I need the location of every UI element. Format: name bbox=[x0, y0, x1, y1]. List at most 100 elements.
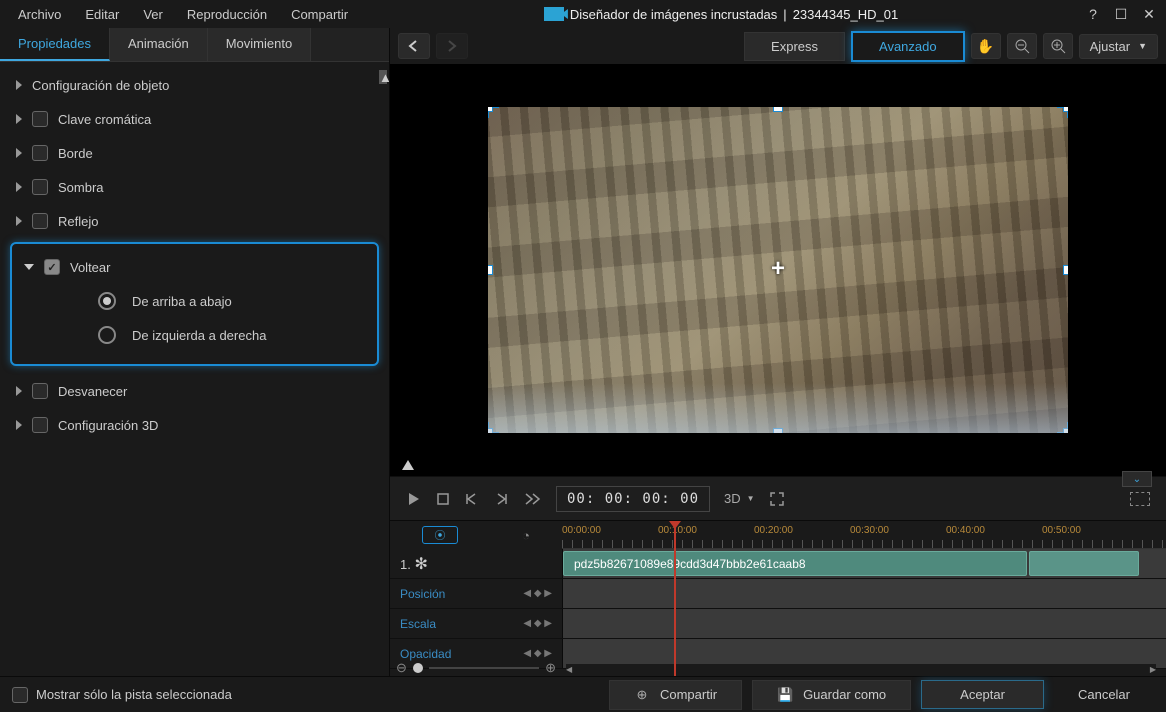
collapse-chevron[interactable]: ⌄ bbox=[1122, 471, 1152, 487]
title-filename: 23344345_HD_01 bbox=[793, 7, 899, 22]
scroll-thumb[interactable]: ▲ bbox=[379, 70, 387, 84]
back-button[interactable] bbox=[398, 33, 430, 59]
checkbox-voltear[interactable] bbox=[44, 259, 60, 275]
mode-avanzado[interactable]: Avanzado bbox=[851, 31, 965, 62]
fullscreen-button[interactable] bbox=[769, 491, 785, 507]
menu-ver[interactable]: Ver bbox=[133, 3, 173, 26]
clock-icon[interactable]: ◔ bbox=[522, 528, 530, 543]
zoom-out[interactable] bbox=[1007, 33, 1037, 59]
stop-button[interactable] bbox=[436, 492, 450, 506]
timeline-ruler[interactable]: 00:00:00 00:10:00 00:20:00 00:30:00 00:4… bbox=[562, 521, 1166, 549]
fit-dropdown[interactable]: Ajustar bbox=[1079, 34, 1158, 59]
playhead[interactable] bbox=[674, 521, 676, 676]
preview-clip[interactable]: + bbox=[488, 107, 1068, 433]
checkbox[interactable] bbox=[32, 111, 48, 127]
expand-icon bbox=[16, 216, 22, 226]
show-selected-checkbox[interactable]: Mostrar sólo la pista seleccionada bbox=[12, 687, 232, 703]
menu-editar[interactable]: Editar bbox=[75, 3, 129, 26]
save-icon: 💾 bbox=[777, 687, 793, 703]
footer-bar: Mostrar sólo la pista seleccionada ⊕Comp… bbox=[0, 676, 1166, 712]
radio-icon[interactable] bbox=[98, 292, 116, 310]
menu-archivo[interactable]: Archivo bbox=[8, 3, 71, 26]
mode-express[interactable]: Express bbox=[744, 32, 845, 61]
timecode[interactable]: 00: 00: 00: 00 bbox=[556, 486, 710, 512]
preview-toolbar: Express Avanzado ✋ Ajustar bbox=[390, 28, 1166, 64]
resize-handle[interactable] bbox=[1063, 107, 1068, 112]
collapse-icon bbox=[24, 264, 34, 270]
keyframe-controls[interactable]: ◀ ◆ ▶ bbox=[523, 618, 552, 629]
keyframe-controls[interactable]: ◀ ◆ ▶ bbox=[523, 588, 552, 599]
track-escala[interactable]: Escala◀ ◆ ▶ bbox=[390, 609, 1166, 639]
voltear-opt-arriba-abajo[interactable]: De arriba a abajo bbox=[18, 284, 371, 318]
checkbox[interactable] bbox=[32, 145, 48, 161]
tick: 00:00:00 bbox=[562, 525, 601, 536]
guardar-button[interactable]: 💾Guardar como bbox=[752, 680, 911, 710]
prop-voltear[interactable]: Voltear bbox=[18, 250, 371, 284]
app-icon bbox=[544, 7, 564, 21]
forward-button[interactable] bbox=[436, 33, 468, 59]
help-button[interactable]: ? bbox=[1084, 5, 1102, 23]
marker-button[interactable]: ⦿ bbox=[422, 526, 458, 544]
tick: 00:30:00 bbox=[850, 525, 889, 536]
resize-handle[interactable] bbox=[488, 428, 493, 433]
title-designer: Diseñador de imágenes incrustadas bbox=[570, 7, 777, 22]
tab-movimiento[interactable]: Movimiento bbox=[208, 28, 311, 61]
track-main[interactable]: 1. ✻ pdz5b82671089e89cdd3d47bbb2e61caab8 bbox=[390, 549, 1166, 579]
track-posicion[interactable]: Posición◀ ◆ ▶ bbox=[390, 579, 1166, 609]
prop-config-objeto[interactable]: Configuración de objeto bbox=[4, 68, 389, 102]
preview-area[interactable]: + bbox=[390, 64, 1166, 476]
3d-dropdown[interactable]: 3D bbox=[724, 491, 755, 506]
zoom-in[interactable] bbox=[1043, 33, 1073, 59]
prop-clave-cromatica[interactable]: Clave cromática bbox=[4, 102, 389, 136]
timeline-zoom[interactable]: ⊖ ⊕ bbox=[390, 660, 562, 676]
resize-handle[interactable] bbox=[488, 265, 493, 275]
tab-animacion[interactable]: Animación bbox=[110, 28, 208, 61]
prop-sombra[interactable]: Sombra bbox=[4, 170, 389, 204]
prop-borde[interactable]: Borde bbox=[4, 136, 389, 170]
prev-frame-button[interactable] bbox=[464, 492, 480, 506]
aceptar-button[interactable]: Aceptar bbox=[921, 680, 1044, 709]
safe-zone-icon[interactable] bbox=[1130, 492, 1150, 506]
resize-handle[interactable] bbox=[1063, 265, 1068, 275]
resize-handle[interactable] bbox=[773, 428, 783, 433]
resize-handle[interactable] bbox=[1063, 428, 1068, 433]
prop-config-3d[interactable]: Configuración 3D bbox=[4, 408, 389, 442]
menu-reproduccion[interactable]: Reproducción bbox=[177, 3, 277, 26]
checkbox[interactable] bbox=[32, 213, 48, 229]
resize-handle[interactable] bbox=[773, 107, 783, 112]
menu-compartir[interactable]: Compartir bbox=[281, 3, 358, 26]
main-menu: Archivo Editar Ver Reproducción Comparti… bbox=[8, 3, 358, 26]
checkbox[interactable] bbox=[12, 687, 28, 703]
tick: 00:50:00 bbox=[1042, 525, 1081, 536]
expand-icon bbox=[16, 148, 22, 158]
checkbox[interactable] bbox=[32, 383, 48, 399]
globe-icon: ⊕ bbox=[634, 687, 650, 703]
timeline-clip-2[interactable] bbox=[1029, 551, 1139, 576]
fast-forward-button[interactable] bbox=[524, 492, 542, 506]
close-button[interactable]: ✕ bbox=[1140, 5, 1158, 23]
hand-tool[interactable]: ✋ bbox=[971, 33, 1001, 59]
checkbox[interactable] bbox=[32, 179, 48, 195]
cancelar-button[interactable]: Cancelar bbox=[1054, 681, 1154, 708]
voltear-opt-izq-der[interactable]: De izquierda a derecha bbox=[18, 318, 371, 352]
checkbox[interactable] bbox=[32, 417, 48, 433]
zoom-handle[interactable] bbox=[413, 663, 423, 673]
tab-propiedades[interactable]: Propiedades bbox=[0, 28, 110, 61]
title-bar: Archivo Editar Ver Reproducción Comparti… bbox=[0, 0, 1166, 28]
expand-icon bbox=[16, 114, 22, 124]
next-frame-button[interactable] bbox=[494, 492, 510, 506]
resize-handle[interactable] bbox=[488, 107, 493, 112]
compartir-button[interactable]: ⊕Compartir bbox=[609, 680, 742, 710]
radio-icon[interactable] bbox=[98, 326, 116, 344]
keyframe-controls[interactable]: ◀ ◆ ▶ bbox=[523, 648, 552, 659]
maximize-button[interactable]: ☐ bbox=[1112, 5, 1130, 23]
prop-reflejo[interactable]: Reflejo bbox=[4, 204, 389, 238]
properties-list: ▲ Configuración de objeto Clave cromátic… bbox=[0, 62, 389, 676]
play-button[interactable] bbox=[406, 491, 422, 507]
right-panel: Express Avanzado ✋ Ajustar + bbox=[390, 28, 1166, 676]
timeline-clip[interactable]: pdz5b82671089e89cdd3d47bbb2e61caab8 bbox=[563, 551, 1027, 576]
seek-marker-icon[interactable] bbox=[402, 460, 414, 470]
prop-desvanecer[interactable]: Desvanecer bbox=[4, 374, 389, 408]
timeline-scrollbar[interactable] bbox=[566, 664, 1156, 674]
tick: 00:20:00 bbox=[754, 525, 793, 536]
